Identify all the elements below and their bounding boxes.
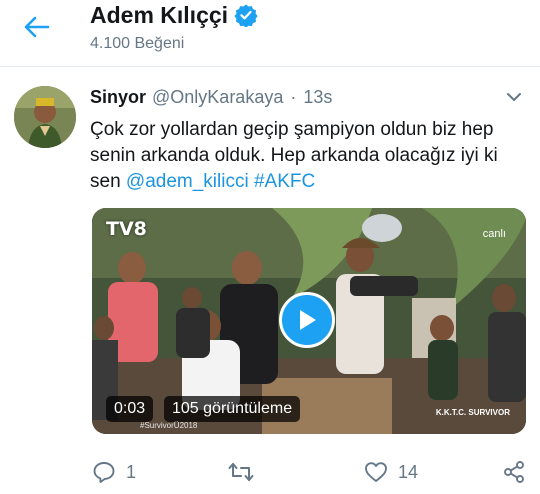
video-views: 105 görüntüleme <box>164 396 301 422</box>
retweet-icon <box>228 463 254 481</box>
likes-count-subtitle: 4.100 Beğeni <box>90 35 185 52</box>
reply-button[interactable]: 1 <box>92 457 136 487</box>
tweet-actions: 1 14 <box>0 457 540 487</box>
video-duration: 0:03 <box>106 396 154 422</box>
profile-name-title: Adem Kılıççi <box>90 0 258 30</box>
tweet-author-line: Sinyor @OnlyKarakaya · 13s <box>90 86 332 108</box>
like-count: 14 <box>398 461 419 482</box>
overlay-hashtag: #SurvivorÜ2018 <box>140 421 198 430</box>
tweet-text: Çok zor yollardan geçip şampiyon oldun b… <box>90 117 510 195</box>
profile-name: Adem Kılıççi <box>90 1 229 28</box>
author-name[interactable]: Sinyor <box>90 87 146 108</box>
chevron-down-icon <box>507 93 521 101</box>
hashtag-link[interactable]: #AKFC <box>254 171 315 192</box>
verified-badge-icon <box>234 3 258 27</box>
mention-link[interactable]: @adem_kilicci <box>126 171 249 192</box>
video-player[interactable]: TV8 canlı 0:03 105 görüntüleme #Survivor… <box>92 208 526 434</box>
overlay-brand: K.K.T.C. SURVIVOR <box>435 408 510 417</box>
reply-icon <box>93 462 115 483</box>
play-icon <box>300 310 316 330</box>
arrow-left-icon <box>24 16 50 38</box>
tweet[interactable]: Sinyor @OnlyKarakaya · 13s Çok zor yolla… <box>0 67 540 494</box>
share-button[interactable] <box>502 457 526 487</box>
channel-logo: TV8 <box>106 218 147 240</box>
live-tag: canlı <box>482 228 506 240</box>
author-handle[interactable]: @OnlyKarakaya <box>152 87 283 108</box>
reply-count: 1 <box>126 461 137 482</box>
back-button[interactable] <box>22 14 52 40</box>
heart-icon <box>365 462 387 482</box>
page-header: Adem Kılıççi 4.100 Beğeni <box>0 0 540 67</box>
play-button[interactable] <box>279 292 335 348</box>
tweet-menu-button[interactable] <box>504 87 524 107</box>
like-button[interactable]: 14 <box>364 457 418 487</box>
tweet-timestamp[interactable]: 13s <box>303 87 332 108</box>
retweet-button[interactable] <box>228 457 264 487</box>
share-icon <box>504 461 524 483</box>
separator-dot: · <box>290 86 297 107</box>
avatar[interactable] <box>14 86 76 148</box>
